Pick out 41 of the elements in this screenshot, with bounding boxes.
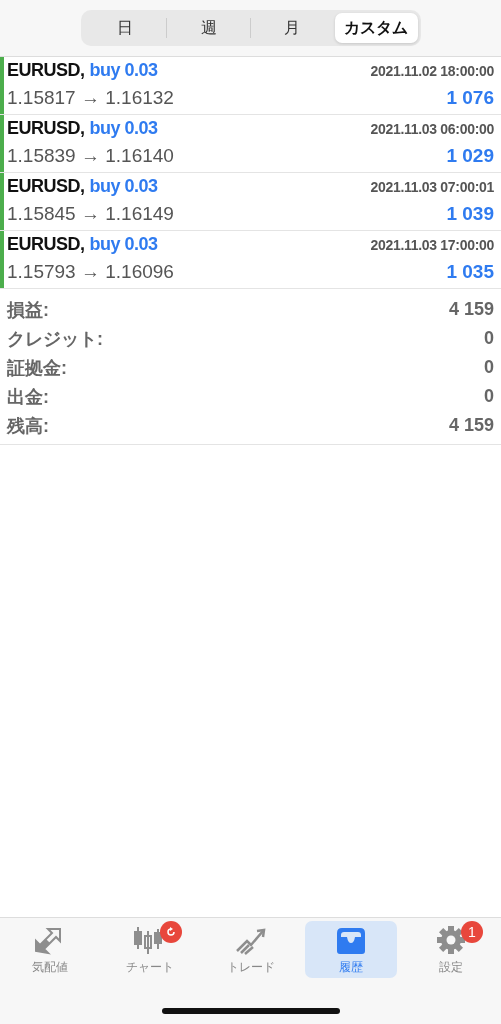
tab-bar-item[interactable]: チャート bbox=[104, 921, 197, 978]
profit-value: 1 039 bbox=[446, 203, 494, 225]
summary-label: 損益: bbox=[7, 298, 49, 322]
symbol-text: EURUSD, bbox=[7, 60, 85, 81]
profit-value: 1 029 bbox=[446, 145, 494, 167]
tab-bar-item[interactable]: 履歴 bbox=[304, 921, 397, 978]
symbol-text: EURUSD, bbox=[7, 118, 85, 139]
trade-time: 2021.11.03 17:00:00 bbox=[370, 237, 494, 253]
symbol-text: EURUSD, bbox=[7, 234, 85, 255]
summary-value: 4 159 bbox=[448, 299, 494, 320]
segment-tab[interactable]: 日 bbox=[83, 13, 167, 43]
refresh-badge-icon bbox=[160, 921, 183, 943]
trade-time: 2021.11.02 18:00:00 bbox=[370, 63, 494, 79]
tab-bar-item[interactable]: 気配値 bbox=[4, 921, 97, 978]
summary-label: 証拠金: bbox=[7, 356, 67, 380]
price-text: 1.15839 → 1.16140 bbox=[7, 145, 174, 167]
trade-time: 2021.11.03 06:00:00 bbox=[370, 121, 494, 137]
segment-tab[interactable]: カスタム bbox=[334, 13, 418, 43]
profit-value: 1 076 bbox=[446, 87, 494, 109]
price-text: 1.15793 → 1.16096 bbox=[7, 261, 174, 283]
summary-value: 0 bbox=[484, 328, 494, 349]
summary-label: 残高: bbox=[7, 414, 49, 438]
segment-tab[interactable]: 週 bbox=[167, 13, 250, 43]
notification-badge: 1 bbox=[460, 921, 483, 943]
order-text: buy 0.03 bbox=[89, 234, 158, 255]
order-text: buy 0.03 bbox=[89, 118, 158, 139]
trade-time: 2021.11.03 07:00:01 bbox=[370, 179, 494, 195]
summary-label: 出金: bbox=[7, 385, 49, 409]
profit-value: 1 035 bbox=[446, 261, 494, 283]
symbol-text: EURUSD, bbox=[7, 176, 85, 197]
order-text: buy 0.03 bbox=[89, 176, 158, 197]
summary-value: 4 159 bbox=[448, 415, 494, 436]
order-text: buy 0.03 bbox=[89, 60, 158, 81]
summary-value: 0 bbox=[484, 386, 494, 407]
summary-label: クレジット: bbox=[7, 327, 103, 351]
segment-tab[interactable]: 月 bbox=[251, 13, 334, 43]
price-text: 1.15817 → 1.16132 bbox=[7, 87, 174, 109]
tab-bar-item[interactable]: トレード bbox=[204, 921, 297, 978]
price-text: 1.15845 → 1.16149 bbox=[7, 203, 174, 225]
summary-value: 0 bbox=[484, 357, 494, 378]
tab-bar-item[interactable]: 1 設定 bbox=[404, 921, 497, 978]
